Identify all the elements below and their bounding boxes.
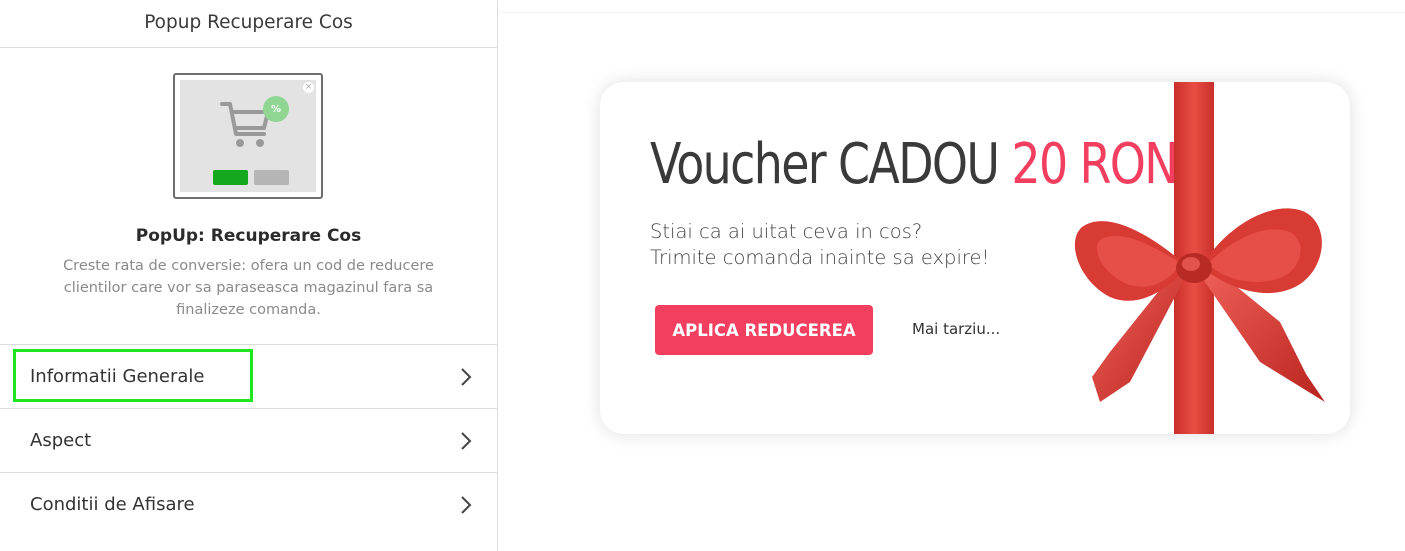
sidebar-title: Popup Recuperare Cos	[0, 0, 497, 48]
popup-message-line1: Stiai ca ai uitat ceva in cos?	[650, 220, 923, 243]
popup-type-description: Creste rata de conversie: ofera un cod d…	[63, 258, 434, 318]
menu-item-label: Conditii de Afisare	[30, 494, 195, 515]
thumbnail-preview: × %	[180, 80, 316, 192]
close-icon: ×	[303, 82, 314, 93]
popup-message-line2: Trimite comanda inainte sa expire!	[650, 246, 990, 269]
voucher-popup: Voucher CADOU 20 RON Stiai ca ai uitat c…	[600, 82, 1350, 434]
popup-template-thumbnail[interactable]: × %	[173, 73, 323, 199]
popup-preview-area: Voucher CADOU 20 RON Stiai ca ai uitat c…	[499, 0, 1405, 551]
gift-ribbon-bow-icon	[1074, 82, 1325, 434]
later-link[interactable]: Mai tarziu...	[912, 320, 1000, 338]
chevron-right-icon	[461, 367, 472, 386]
popup-message: Stiai ca ai uitat ceva in cos? Trimite c…	[650, 219, 989, 271]
menu-item-label: Informatii Generale	[30, 366, 205, 387]
thumbnail-primary-button	[213, 170, 248, 185]
divider	[499, 12, 1405, 13]
thumbnail-secondary-button	[254, 170, 289, 185]
settings-sidebar: Popup Recuperare Cos × % PopUp: Recupera…	[0, 0, 498, 551]
apply-discount-button[interactable]: APLICA REDUCEREA	[655, 305, 873, 355]
popup-type-title: PopUp: Recuperare Cos	[135, 226, 362, 246]
chevron-right-icon	[461, 431, 472, 450]
menu-item-conditii-afisare[interactable]: Conditii de Afisare	[0, 472, 497, 536]
menu-item-aspect[interactable]: Aspect	[0, 408, 497, 472]
menu-item-informatii-generale[interactable]: Informatii Generale	[0, 344, 497, 408]
popup-title-prefix: Voucher CADOU	[650, 132, 1000, 197]
chevron-right-icon	[461, 495, 472, 514]
menu-item-label: Aspect	[30, 430, 92, 451]
discount-badge: %	[263, 96, 289, 122]
